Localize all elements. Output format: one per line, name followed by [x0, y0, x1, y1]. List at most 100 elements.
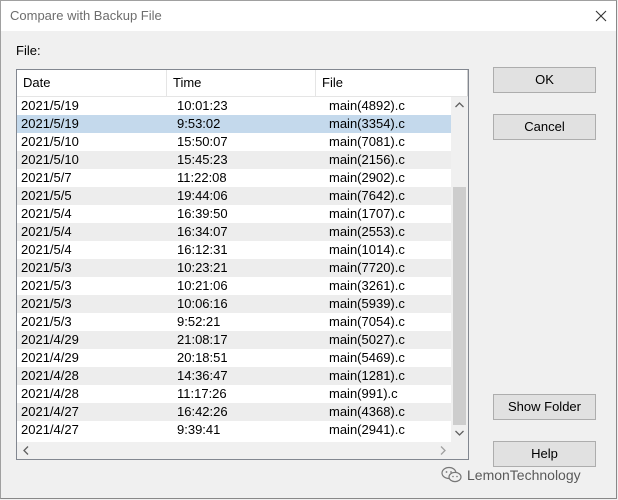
- horizontal-scrollbar[interactable]: [17, 442, 451, 459]
- cell-file: main(4368).c: [329, 404, 405, 419]
- cell-file: main(5939).c: [329, 296, 405, 311]
- vertical-scrollbar[interactable]: [451, 97, 468, 442]
- scroll-up-button[interactable]: [451, 97, 468, 114]
- cell-date: 2021/5/19: [21, 98, 79, 113]
- list-item[interactable]: 2021/5/5 19:44:06 main(7642).c: [17, 187, 453, 205]
- cell-date: 2021/5/3: [21, 260, 72, 275]
- list-item[interactable]: 2021/5/3 10:23:21 main(7720).c: [17, 259, 453, 277]
- cell-date: 2021/5/10: [21, 134, 79, 149]
- list-item[interactable]: 2021/5/4 16:39:50 main(1707).c: [17, 205, 453, 223]
- cell-date: 2021/5/3: [21, 296, 72, 311]
- scroll-right-button[interactable]: [434, 442, 451, 459]
- cell-file: main(2156).c: [329, 152, 405, 167]
- list-header: Date Time File: [17, 70, 468, 97]
- cell-time: 16:39:50: [177, 206, 228, 221]
- scroll-thumb[interactable]: [453, 187, 466, 425]
- cell-date: 2021/5/5: [21, 188, 72, 203]
- cell-time: 10:23:21: [177, 260, 228, 275]
- list-item[interactable]: 2021/5/19 9:53:02 main(3354).c: [17, 115, 453, 133]
- list-item[interactable]: 2021/5/3 9:52:21 main(7054).c: [17, 313, 453, 331]
- list-item[interactable]: 2021/5/19 10:01:23 main(4892).c: [17, 97, 453, 115]
- watermark-text: LemonTechnology: [467, 467, 581, 483]
- cell-date: 2021/5/3: [21, 278, 72, 293]
- cell-date: 2021/4/27: [21, 422, 79, 437]
- scrollbar-corner: [451, 442, 468, 459]
- list-item[interactable]: 2021/4/28 11:17:26 main(991).c: [17, 385, 453, 403]
- cancel-button[interactable]: Cancel: [493, 114, 596, 140]
- column-header-file[interactable]: File: [316, 70, 468, 96]
- cell-date: 2021/5/10: [21, 152, 79, 167]
- scroll-left-icon: [23, 446, 29, 455]
- list-item[interactable]: 2021/4/29 21:08:17 main(5027).c: [17, 331, 453, 349]
- ok-button[interactable]: OK: [493, 67, 596, 93]
- list-item[interactable]: 2021/4/28 14:36:47 main(1281).c: [17, 367, 453, 385]
- cell-file: main(5027).c: [329, 332, 405, 347]
- column-header-date[interactable]: Date: [17, 70, 167, 96]
- list-item[interactable]: 2021/5/3 10:06:16 main(5939).c: [17, 295, 453, 313]
- list-item[interactable]: 2021/5/7 11:22:08 main(2902).c: [17, 169, 453, 187]
- cell-time: 16:34:07: [177, 224, 228, 239]
- cell-date: 2021/5/4: [21, 224, 72, 239]
- cell-file: main(5469).c: [329, 350, 405, 365]
- cell-time: 10:21:06: [177, 278, 228, 293]
- list-item[interactable]: 2021/5/10 15:45:23 main(2156).c: [17, 151, 453, 169]
- list-item[interactable]: 2021/4/27 9:39:41 main(2941).c: [17, 421, 453, 439]
- cell-date: 2021/5/3: [21, 314, 72, 329]
- cell-time: 11:17:26: [177, 386, 227, 401]
- cell-time: 20:18:51: [177, 350, 228, 365]
- cell-date: 2021/4/28: [21, 368, 79, 383]
- backup-file-list[interactable]: Date Time File 2021/5/19 10:01:23 main(489…: [16, 69, 469, 460]
- cell-time: 19:44:06: [177, 188, 228, 203]
- cell-date: 2021/5/7: [21, 170, 72, 185]
- cell-time: 10:01:23: [177, 98, 228, 113]
- cell-file: main(991).c: [329, 386, 398, 401]
- scroll-down-button[interactable]: [451, 425, 468, 442]
- cell-file: main(1281).c: [329, 368, 405, 383]
- cell-date: 2021/5/19: [21, 116, 79, 131]
- cell-date: 2021/5/4: [21, 206, 72, 221]
- cell-time: 21:08:17: [177, 332, 228, 347]
- cell-date: 2021/4/28: [21, 386, 79, 401]
- cell-time: 9:39:41: [177, 422, 221, 437]
- column-header-time[interactable]: Time: [167, 70, 316, 96]
- file-label: File:: [16, 43, 41, 58]
- window-title: Compare with Backup File: [10, 8, 162, 23]
- list-item[interactable]: 2021/5/3 10:21:06 main(3261).c: [17, 277, 453, 295]
- cell-date: 2021/4/27: [21, 404, 79, 419]
- cell-time: 14:36:47: [177, 368, 228, 383]
- title-bar: Compare with Backup File: [1, 1, 616, 31]
- cell-file: main(4892).c: [329, 98, 405, 113]
- cell-time: 11:22:08: [177, 170, 227, 185]
- list-rows: 2021/5/19 10:01:23 main(4892).c 2021/5/19 9:…: [17, 97, 453, 439]
- cell-file: main(7081).c: [329, 134, 405, 149]
- scroll-right-icon: [440, 446, 446, 455]
- wechat-icon: [441, 466, 462, 483]
- show-folder-button[interactable]: Show Folder: [493, 394, 596, 420]
- cell-time: 15:50:07: [177, 134, 228, 149]
- list-item[interactable]: 2021/5/4 16:12:31 main(1014).c: [17, 241, 453, 259]
- cell-file: main(3354).c: [329, 116, 405, 131]
- cell-file: main(2902).c: [329, 170, 405, 185]
- cell-time: 9:53:02: [177, 116, 221, 131]
- list-item[interactable]: 2021/4/27 16:42:26 main(4368).c: [17, 403, 453, 421]
- cell-time: 16:12:31: [177, 242, 228, 257]
- scroll-left-button[interactable]: [17, 442, 34, 459]
- cell-time: 15:45:23: [177, 152, 228, 167]
- cell-file: main(2941).c: [329, 422, 405, 437]
- cell-file: main(1707).c: [329, 206, 405, 221]
- cell-file: main(3261).c: [329, 278, 405, 293]
- cell-time: 10:06:16: [177, 296, 228, 311]
- list-item[interactable]: 2021/5/10 15:50:07 main(7081).c: [17, 133, 453, 151]
- list-item[interactable]: 2021/5/4 16:34:07 main(2553).c: [17, 223, 453, 241]
- close-icon: [595, 10, 607, 22]
- list-item[interactable]: 2021/4/29 20:18:51 main(5469).c: [17, 349, 453, 367]
- close-button[interactable]: [586, 1, 616, 31]
- cell-file: main(7720).c: [329, 260, 405, 275]
- cell-file: main(7054).c: [329, 314, 405, 329]
- cell-date: 2021/4/29: [21, 350, 79, 365]
- scroll-up-icon: [455, 102, 464, 108]
- cell-file: main(2553).c: [329, 224, 405, 239]
- cell-time: 9:52:21: [177, 314, 221, 329]
- compare-backup-dialog: Compare with Backup File File: Date Time…: [0, 0, 617, 499]
- cell-date: 2021/4/29: [21, 332, 79, 347]
